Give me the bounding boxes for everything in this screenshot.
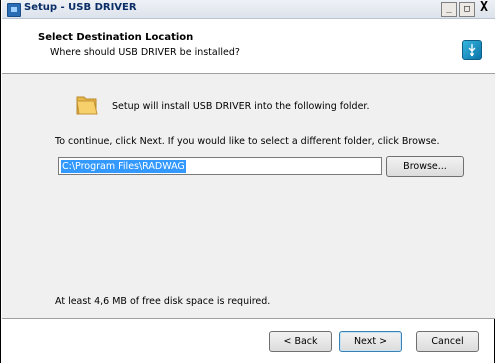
window-controls: _ □ X (441, 1, 491, 17)
maximize-button[interactable]: □ (459, 2, 475, 17)
back-button[interactable]: < Back (269, 331, 332, 352)
wizard-header: Select Destination Location Where should… (2, 19, 495, 74)
window-title: Setup - USB DRIVER (24, 2, 137, 13)
setup-app-icon (7, 3, 21, 17)
title-bar[interactable]: Setup - USB DRIVER _ □ X (2, 0, 495, 19)
usb-icon (462, 40, 482, 60)
install-message: Setup will install USB DRIVER into the f… (112, 101, 370, 112)
browse-button[interactable]: Browse... (386, 156, 464, 177)
cancel-button[interactable]: Cancel (416, 331, 479, 352)
page-subtitle: Where should USB DRIVER be installed? (50, 47, 240, 58)
page-title: Select Destination Location (38, 32, 194, 43)
destination-path-value: C:\Program Files\RADWAG (61, 160, 186, 173)
disk-space-message: At least 4,6 MB of free disk space is re… (55, 296, 271, 307)
destination-path-input[interactable]: C:\Program Files\RADWAG (58, 157, 382, 175)
setup-window: Setup - USB DRIVER _ □ X Select Destinat… (0, 0, 495, 363)
continue-message: To continue, click Next. If you would li… (55, 136, 440, 147)
close-button[interactable]: X (477, 1, 491, 15)
minimize-button[interactable]: _ (441, 2, 457, 17)
next-button[interactable]: Next > (339, 331, 402, 352)
folder-icon (76, 96, 98, 115)
wizard-body: Setup will install USB DRIVER into the f… (2, 74, 495, 319)
